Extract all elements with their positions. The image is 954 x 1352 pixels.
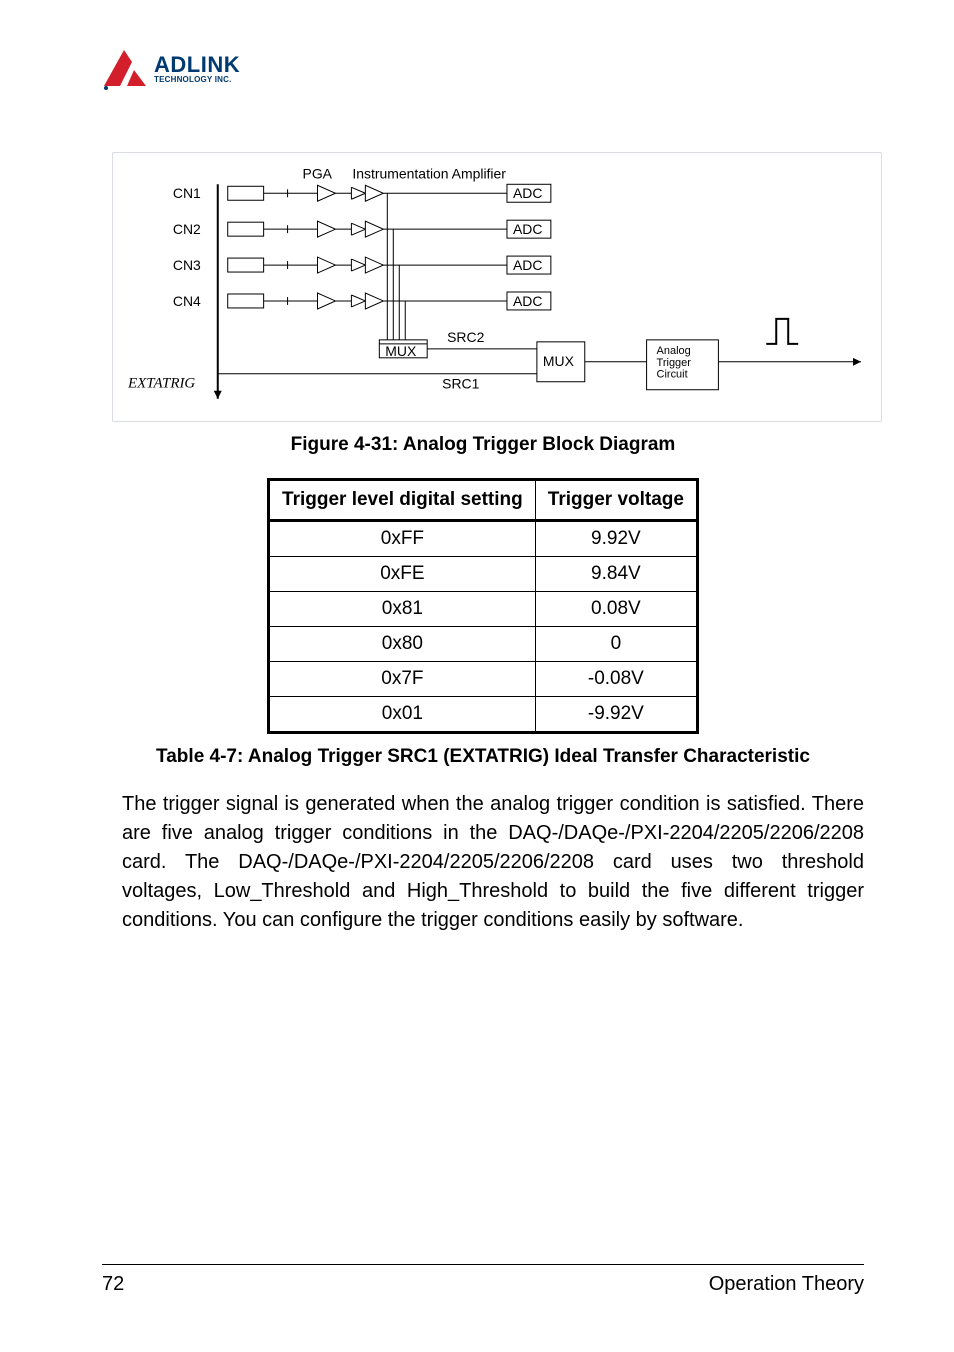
label-src1: SRC1 [442, 376, 479, 392]
row-cn4: ADC [228, 292, 551, 310]
table-row: 0x800 [269, 627, 698, 662]
label-instr-amp: Instrumentation Amplifier [352, 165, 506, 181]
logo-tagline: TECHNOLOGY INC. [154, 76, 240, 84]
label-trigger: Trigger [657, 357, 692, 369]
body-paragraph: The trigger signal is generated when the… [122, 790, 864, 935]
figure-caption: Figure 4-31: Analog Trigger Block Diagra… [102, 434, 864, 456]
logo-brand-text: ADLINK [154, 54, 240, 76]
row-cn3: ADC [228, 256, 551, 274]
brand-logo: ADLINK TECHNOLOGY INC. [102, 46, 864, 92]
label-mux2: MUX [543, 353, 575, 369]
page-footer: 72 Operation Theory [102, 1264, 864, 1296]
block-diagram-svg: PGA Instrumentation Amplifier CN1 CN2 CN… [128, 163, 866, 415]
label-adc2: ADC [513, 221, 542, 237]
table-row: 0x810.08V [269, 592, 698, 627]
row-cn2: ADC [228, 220, 551, 238]
label-analog: Analog [657, 345, 691, 357]
row-cn1: ADC [228, 184, 551, 202]
label-mux1: MUX [385, 343, 417, 359]
label-adc1: ADC [513, 185, 542, 201]
section-name: Operation Theory [709, 1273, 864, 1296]
label-extatrig: EXTATRIG [128, 376, 195, 392]
label-pga: PGA [303, 165, 333, 181]
label-src2: SRC2 [447, 329, 484, 345]
label-adc4: ADC [513, 293, 542, 309]
label-circuit: Circuit [657, 369, 688, 381]
th-setting: Trigger level digital setting [269, 480, 536, 521]
label-cn1: CN1 [173, 185, 201, 201]
label-cn2: CN2 [173, 221, 201, 237]
label-cn4: CN4 [173, 293, 201, 309]
table-row: 0xFE9.84V [269, 557, 698, 592]
th-voltage: Trigger voltage [535, 480, 697, 521]
page-number: 72 [102, 1273, 124, 1296]
label-cn3: CN3 [173, 257, 201, 273]
adlink-logo-icon [102, 46, 148, 92]
trigger-table: Trigger level digital setting Trigger vo… [267, 478, 699, 734]
table-row: 0xFF9.92V [269, 521, 698, 557]
block-diagram: PGA Instrumentation Amplifier CN1 CN2 CN… [112, 152, 882, 422]
table-row: 0x7F-0.08V [269, 662, 698, 697]
label-adc3: ADC [513, 257, 542, 273]
table-row: 0x01-9.92V [269, 697, 698, 733]
table-caption: Table 4-7: Analog Trigger SRC1 (EXTATRIG… [102, 746, 864, 768]
